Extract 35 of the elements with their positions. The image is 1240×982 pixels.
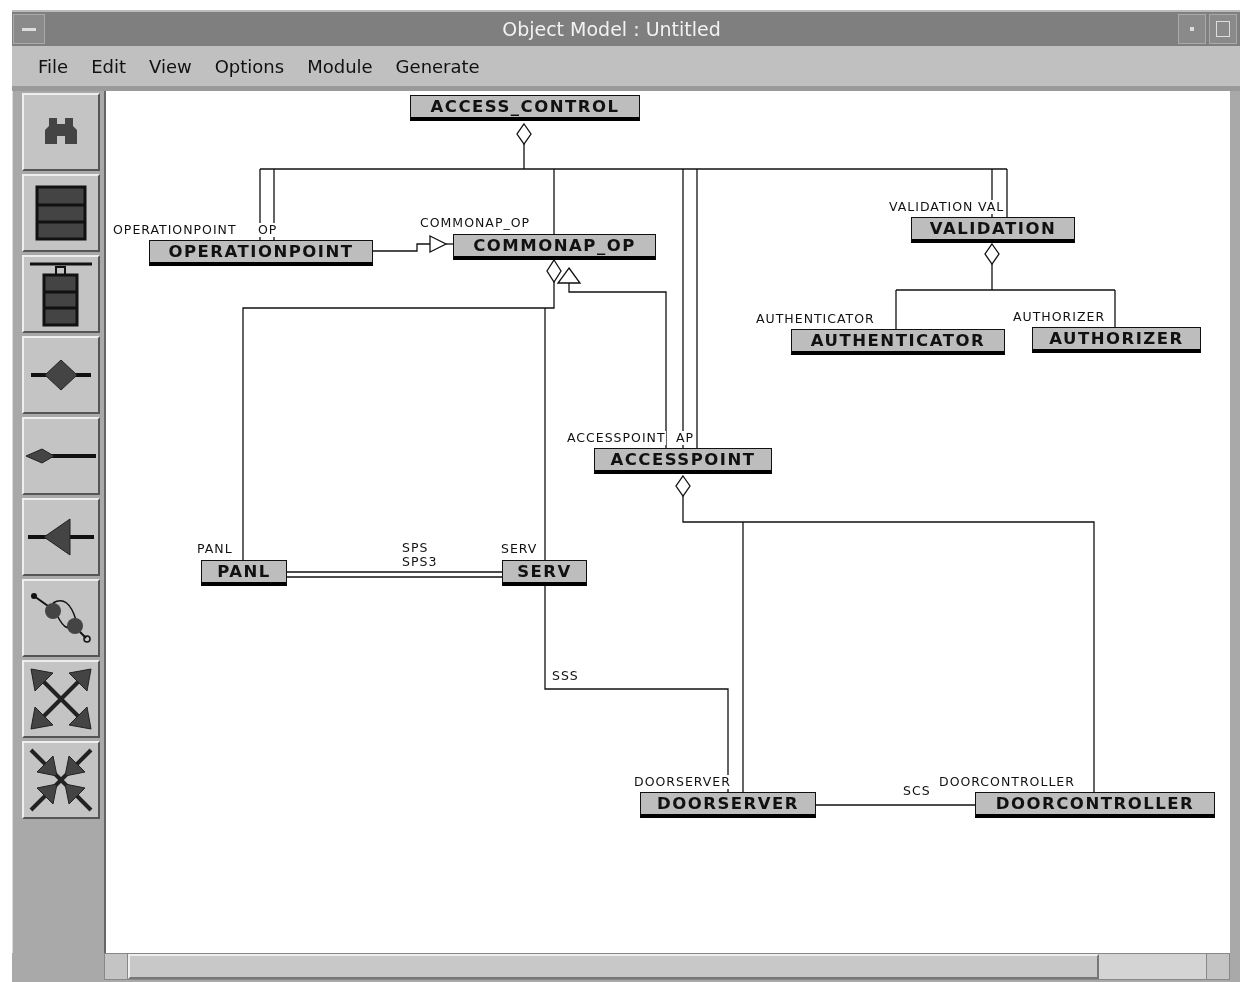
- role-label: SCS: [903, 784, 931, 798]
- role-label: AP: [676, 431, 695, 445]
- window-title: Object Model : Untitled: [501, 18, 722, 40]
- role-label: ACCESSPOINT: [567, 431, 666, 445]
- class-node[interactable]: AUTHORIZER: [1032, 327, 1201, 353]
- role-label: VAL: [978, 200, 1005, 214]
- role-label: SPS3: [402, 555, 438, 569]
- menu-item[interactable]: Module: [307, 55, 373, 77]
- role-label: SERV: [501, 542, 538, 556]
- role-label: PANL: [197, 542, 233, 556]
- class-node[interactable]: ACCESS_CONTROL: [410, 95, 640, 121]
- class-node[interactable]: DOORCONTROLLER: [975, 792, 1215, 818]
- role-label: VALIDATION: [889, 200, 974, 214]
- role-label: AUTHORIZER: [1013, 310, 1106, 324]
- role-label: DOORSERVER: [634, 775, 731, 789]
- class-node[interactable]: AUTHENTICATOR: [791, 329, 1005, 355]
- class-node[interactable]: VALIDATION: [911, 217, 1075, 243]
- role-label: OP: [258, 223, 278, 237]
- class-node[interactable]: PANL: [201, 560, 287, 586]
- menu-item[interactable]: Generate: [395, 55, 480, 77]
- role-label: DOORCONTROLLER: [939, 775, 1075, 789]
- role-label: SPS: [402, 541, 429, 555]
- class-node[interactable]: DOORSERVER: [640, 792, 816, 818]
- menu-item[interactable]: Edit: [91, 55, 126, 77]
- class-node[interactable]: OPERATIONPOINT: [149, 240, 373, 266]
- role-label: OPERATIONPOINT: [113, 223, 237, 237]
- class-node[interactable]: COMMONAP_OP: [453, 234, 656, 260]
- role-label: COMMONAP_OP: [420, 216, 531, 230]
- menu-item[interactable]: File: [38, 55, 69, 77]
- class-node[interactable]: SERV: [502, 560, 587, 586]
- role-label: AUTHENTICATOR: [756, 312, 875, 326]
- class-node[interactable]: ACCESSPOINT: [594, 448, 772, 474]
- menu-item[interactable]: Options: [214, 55, 285, 77]
- menu-item[interactable]: View: [149, 55, 192, 77]
- role-label: SSS: [552, 669, 579, 683]
